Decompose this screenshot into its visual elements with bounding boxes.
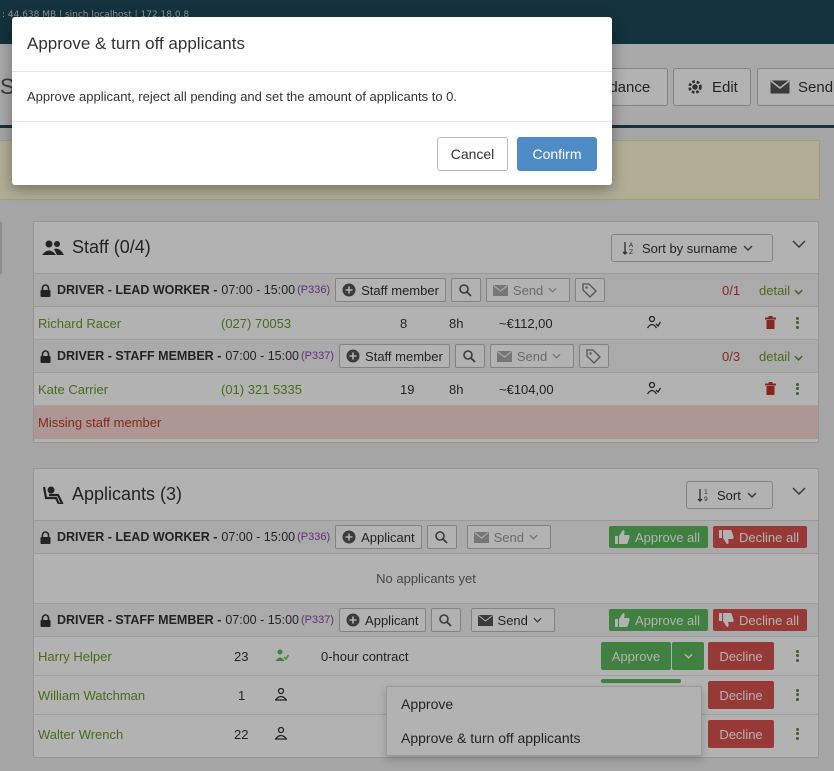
confirm-button[interactable]: Confirm <box>517 137 597 171</box>
modal-body: Approve applicant, reject all pending an… <box>12 72 612 122</box>
confirm-modal: Approve & turn off applicants Approve ap… <box>12 17 612 185</box>
cancel-button[interactable]: Cancel <box>437 137 508 171</box>
modal-title: Approve & turn off applicants <box>12 17 612 72</box>
